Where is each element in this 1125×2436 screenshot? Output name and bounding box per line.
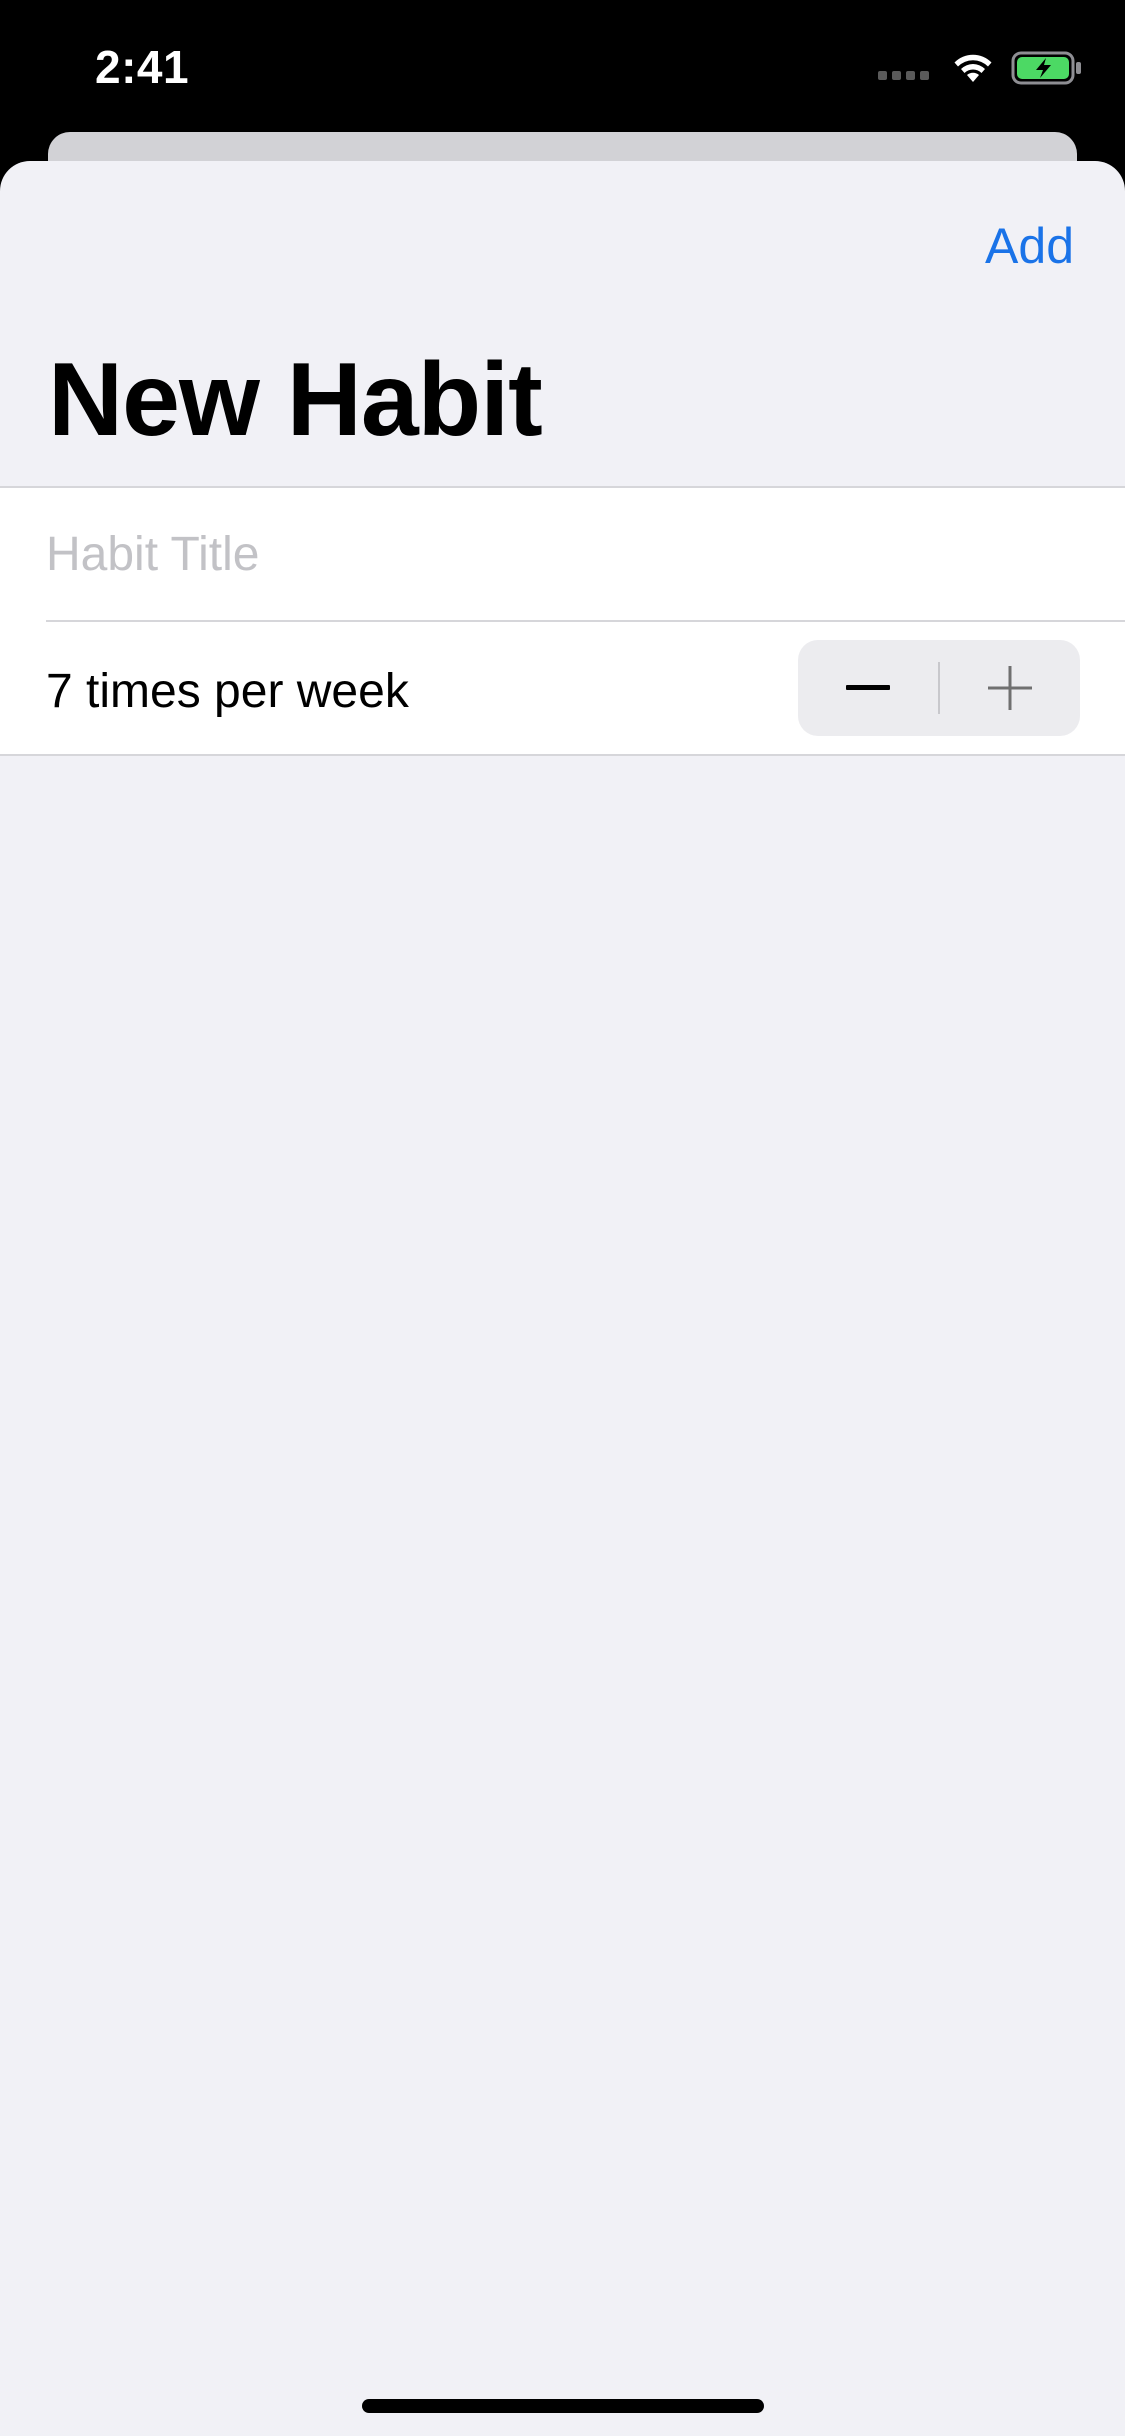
plus-icon	[988, 666, 1032, 710]
add-button[interactable]: Add	[985, 217, 1074, 275]
decrement-button[interactable]	[798, 640, 938, 736]
frequency-stepper	[798, 640, 1080, 736]
home-indicator[interactable]	[362, 2399, 764, 2413]
habit-form: 7 times per week	[0, 486, 1125, 756]
battery-charging-icon	[1011, 51, 1081, 85]
wifi-icon	[954, 54, 992, 82]
habit-title-input[interactable]	[46, 488, 1076, 620]
new-habit-sheet: Add New Habit 7 times per week	[0, 161, 1125, 2436]
status-icons	[878, 48, 1083, 88]
increment-button[interactable]	[940, 640, 1080, 736]
page-title: New Habit	[48, 342, 543, 458]
status-bar: 2:41	[0, 0, 1125, 132]
frequency-label: 7 times per week	[46, 665, 409, 718]
cellular-signal-icon	[878, 48, 929, 88]
status-time: 2:41	[95, 41, 190, 93]
screen: 2:41 Add New Habit Habit Title 7 times p…	[0, 0, 1125, 2436]
frequency-row: 7 times per week	[0, 622, 1125, 754]
title-row	[0, 488, 1125, 622]
minus-icon	[846, 685, 890, 690]
